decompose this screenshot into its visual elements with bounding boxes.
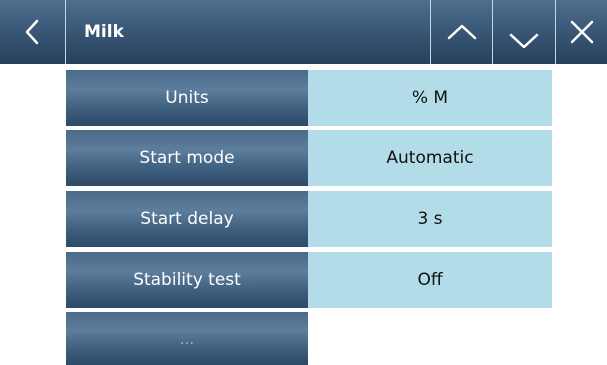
stability-test-label-button[interactable]: Stability test: [66, 252, 308, 310]
units-label-button[interactable]: Units: [66, 70, 308, 128]
more-options-button[interactable]: ...: [66, 312, 308, 365]
start-delay-label-button[interactable]: Start delay: [66, 191, 308, 249]
header-bar: Milk: [0, 0, 607, 64]
start-mode-value[interactable]: Automatic: [308, 130, 552, 188]
close-button[interactable]: [556, 0, 607, 64]
setting-row-start-mode: Start mode Automatic: [66, 130, 552, 188]
page-title: Milk: [84, 22, 124, 42]
chevron-up-icon: [445, 21, 479, 43]
setting-row-start-delay: Start delay 3 s: [66, 191, 552, 249]
screen: Milk Units % M Start mode Automatic Star…: [0, 0, 607, 365]
scroll-up-button[interactable]: [430, 0, 493, 64]
start-mode-label-button[interactable]: Start mode: [66, 130, 308, 188]
close-icon: [568, 18, 596, 46]
stability-test-value[interactable]: Off: [308, 252, 552, 310]
setting-row-stability-test: Stability test Off: [66, 252, 552, 310]
back-button[interactable]: [0, 0, 66, 64]
scroll-down-button[interactable]: [493, 0, 556, 64]
chevron-left-icon: [22, 17, 44, 47]
units-value[interactable]: % M: [308, 70, 552, 128]
chevron-down-icon: [507, 30, 541, 52]
start-delay-value[interactable]: 3 s: [308, 191, 552, 249]
setting-row-units: Units % M: [66, 70, 552, 128]
